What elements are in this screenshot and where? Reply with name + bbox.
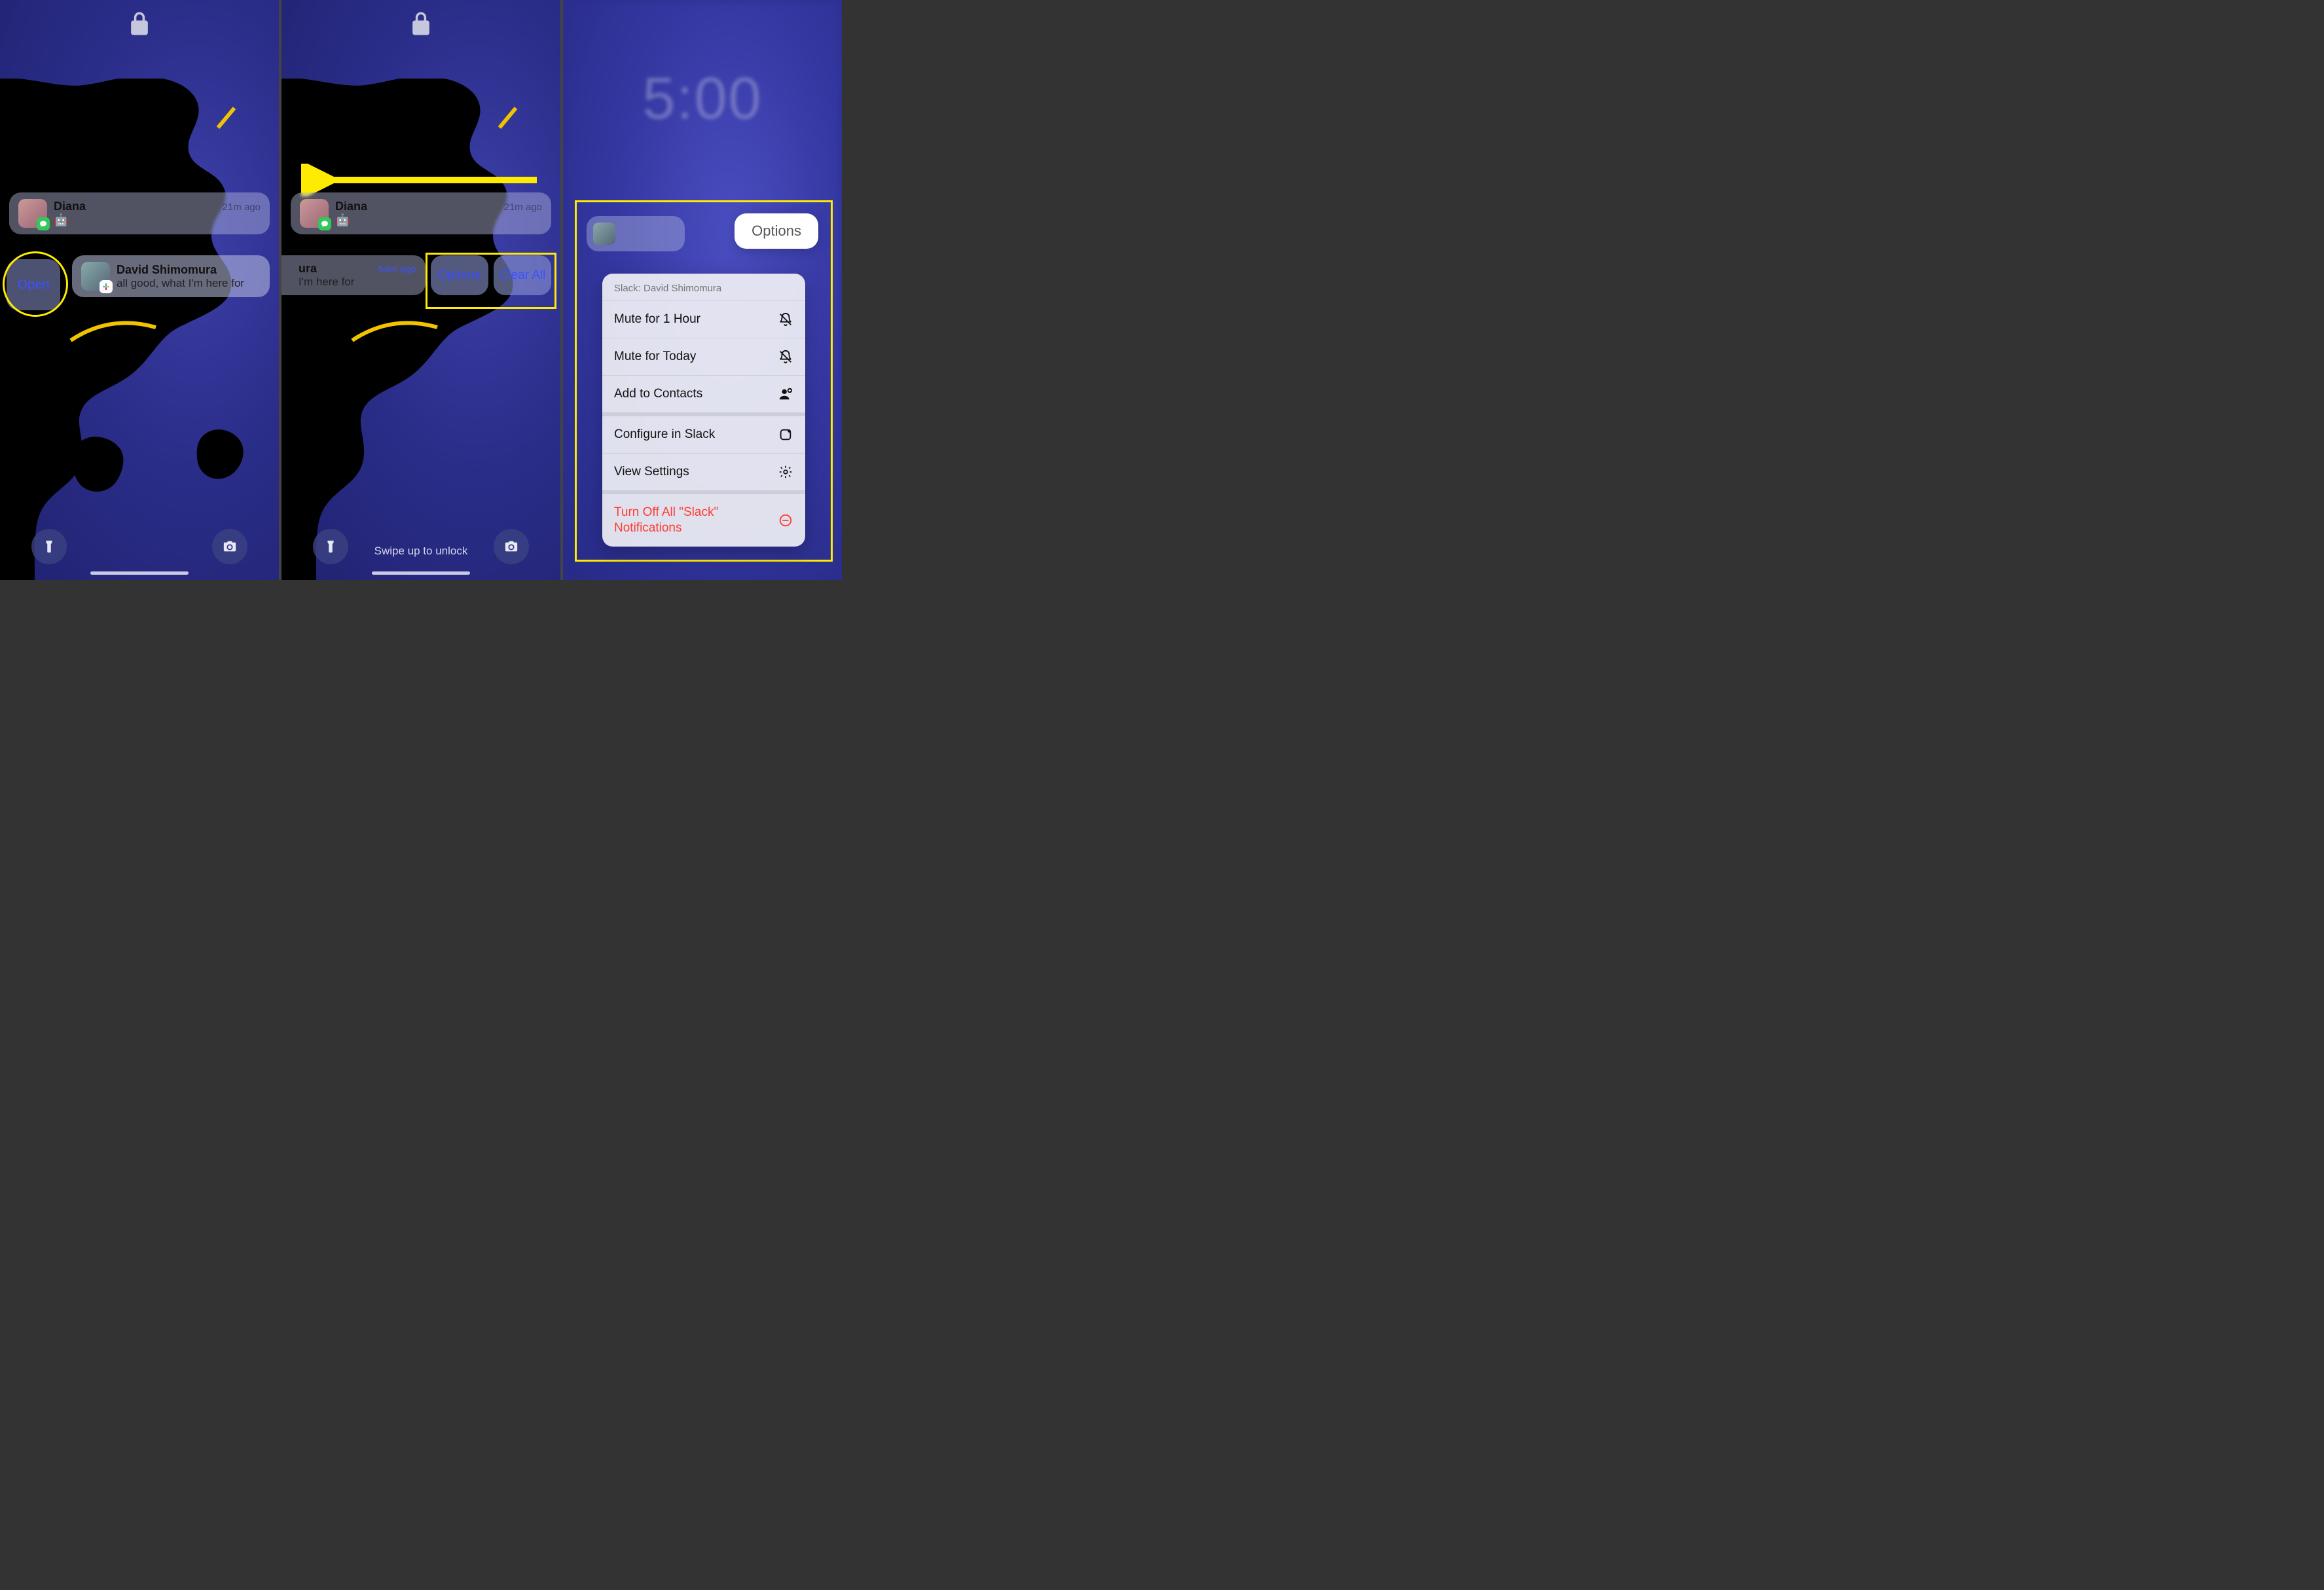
notification-message-fragment: I'm here for [299,276,416,289]
bell-slash-icon [778,349,793,365]
camera-button[interactable] [212,529,247,564]
options-pill[interactable]: Options [735,213,818,249]
messages-app-badge-icon [318,217,331,230]
notification-card-swiped[interactable]: ura 54m ago I'm here for [281,255,426,295]
notification-sender: Diana [54,200,86,213]
clear-all-button-label: Clear All [499,268,546,283]
clear-all-button[interactable]: Clear All [494,255,551,295]
flashlight-icon [42,539,56,554]
notification-card-blurred [587,216,685,251]
options-menu: Slack: David Shimomura Mute for 1 Hour M… [602,274,805,547]
person-plus-icon [778,386,793,402]
menu-item-turn-off-notifications[interactable]: Turn Off All "Slack" Notifications [602,490,805,547]
menu-item-mute-1hour[interactable]: Mute for 1 Hour [602,300,805,338]
notification-body: David Shimomura all good, what I'm here … [117,263,261,290]
menu-item-configure-slack[interactable]: Configure in Slack [602,412,805,453]
notification-time: 54m ago [378,264,416,275]
notification-card[interactable]: Diana 21m ago 🤖 [291,192,551,234]
notification-sender: David Shimomura [117,263,217,277]
bell-slash-icon [778,312,793,327]
notification-card[interactable]: Diana 21m ago 🤖 [9,192,270,234]
notification-sender: Diana [335,200,367,213]
open-button-label: Open [18,278,50,293]
lockscreen-panel-3: 5:00 Options Slack: David Shimomura Mute… [563,0,842,580]
notification-message: all good, what I'm here for [117,277,261,290]
swipe-up-hint: Swipe up to unlock [281,545,560,558]
home-indicator[interactable] [372,571,470,575]
avatar [81,262,110,291]
menu-item-mute-today[interactable]: Mute for Today [602,338,805,375]
messages-app-badge-icon [37,217,50,230]
options-menu-header: Slack: David Shimomura [602,274,805,300]
avatar [593,223,615,245]
lockscreen-panel-1: 4:59 Sunday, December 5 Notification Cen… [0,0,281,580]
flashlight-button[interactable] [31,529,67,564]
lockscreen-panel-2: 4:59 Sunday, December 5 Notification Cen… [281,0,563,580]
camera-icon [223,539,237,554]
blurred-time: 5:00 [563,65,842,133]
menu-item-label: Mute for Today [614,350,696,364]
options-button-label: Options [438,268,481,283]
notification-card[interactable]: David Shimomura all good, what I'm here … [72,255,270,297]
notification-body: Diana 21m ago 🤖 [54,200,261,227]
slack-app-badge-icon [100,280,113,293]
notification-message: 🤖 [335,213,542,227]
notification-time: 21m ago [504,202,542,213]
open-app-icon [778,427,793,443]
menu-item-view-settings[interactable]: View Settings [602,453,805,490]
gear-icon [778,464,793,480]
notification-time: 21m ago [223,202,261,213]
notification-swipe-row: ura 54m ago I'm here for Options Clear A… [281,255,551,295]
menu-item-add-contacts[interactable]: Add to Contacts [602,375,805,412]
menu-item-label: Add to Contacts [614,387,702,401]
minus-circle-icon [778,513,793,528]
avatar [300,199,329,228]
menu-item-label: Turn Off All "Slack" Notifications [614,505,771,536]
open-button[interactable]: Open [7,259,60,310]
options-button[interactable]: Options [431,255,488,295]
notification-body: Diana 21m ago 🤖 [335,200,542,227]
notification-sender-fragment: ura [299,262,317,276]
menu-item-label: View Settings [614,465,689,479]
home-indicator[interactable] [90,571,189,575]
options-pill-label: Options [752,223,801,239]
notification-message: 🤖 [54,213,261,227]
avatar [18,199,47,228]
menu-item-label: Mute for 1 Hour [614,312,700,327]
menu-item-label: Configure in Slack [614,427,715,442]
